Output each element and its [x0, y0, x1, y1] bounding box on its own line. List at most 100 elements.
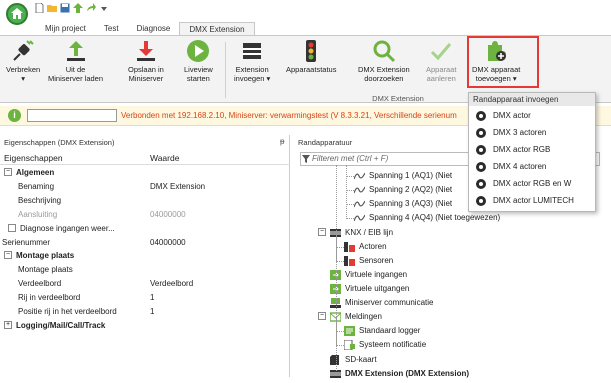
tab-dmx-extension[interactable]: DMX Extension: [179, 22, 255, 36]
insert-extension-button[interactable]: Extension invoegen ▾: [234, 39, 270, 83]
tree-item[interactable]: Virtuele uitgangen: [330, 282, 409, 295]
tree-item[interactable]: KNX / EIB lijn: [330, 226, 393, 239]
tree-connector-line: [346, 218, 354, 219]
search-dmx-extension-button[interactable]: DMX Extension doorzoeken: [358, 39, 410, 83]
device-status-button[interactable]: Apparaatstatus: [286, 39, 336, 74]
open-folder-icon[interactable]: [47, 3, 57, 13]
tree-connector-line: [346, 204, 354, 205]
dmx-connector-icon: [476, 196, 486, 206]
liveview-start-button[interactable]: Liveview starten: [184, 39, 213, 83]
checkmark-icon: [429, 39, 453, 63]
tree-item[interactable]: Meldingen: [329, 310, 382, 323]
property-value: 04000000: [150, 209, 186, 219]
property-row[interactable]: Verdeelbord Verdeelbord: [0, 277, 290, 290]
dropdown-item-label: DMX actor LUMITECH: [493, 196, 574, 205]
save-icon[interactable]: [60, 3, 70, 13]
property-row[interactable]: Beschrijving: [0, 194, 290, 207]
ribbon-separator: [225, 42, 226, 98]
tab-test[interactable]: Test: [95, 22, 128, 36]
property-key: Serienummer: [2, 237, 51, 247]
tree-item[interactable]: Sensoren: [344, 254, 393, 267]
property-category[interactable]: + Logging/Mail/Call/Track: [0, 319, 290, 332]
disconnect-button[interactable]: Verbreken ▾: [6, 39, 40, 83]
title-bar: [0, 0, 611, 25]
status-input[interactable]: [27, 109, 117, 122]
property-row[interactable]: Montage plaats: [0, 263, 290, 276]
play-icon: [186, 39, 210, 63]
dropdown-item[interactable]: DMX actor LUMITECH: [469, 193, 595, 209]
properties-pane: Eigenschappen (DMX Extension) ᵽ Eigensch…: [0, 135, 290, 377]
tab-mijn-project[interactable]: Mijn project: [36, 22, 95, 36]
tree-item-label: Standaard logger: [359, 326, 421, 335]
collapse-icon[interactable]: −: [318, 228, 326, 236]
property-row[interactable]: Positie rij in het verdeelbord 1: [0, 305, 290, 318]
system-notification-icon: [343, 339, 355, 350]
tree-item[interactable]: Systeem notificatie: [343, 338, 427, 351]
tree-item[interactable]: Standaard logger: [344, 324, 420, 337]
tree-item[interactable]: Virtuele ingangen: [330, 268, 407, 281]
property-key: Verdeelbord: [18, 279, 62, 289]
tree-item[interactable]: Spanning 3 (AQ3) (Niet: [353, 197, 452, 210]
tree-connector-line: [346, 165, 347, 217]
tree-connector-line: [336, 331, 344, 332]
dmx-connector-icon: [476, 111, 486, 121]
upload-arrow-icon: [64, 39, 88, 63]
filter-placeholder: Filteren met (Ctrl + F): [312, 154, 389, 163]
dmx-connector-icon: [476, 179, 486, 189]
property-row[interactable]: Benaming DMX Extension: [0, 180, 290, 193]
dropdown-item[interactable]: DMX 4 actoren: [469, 159, 595, 175]
tree-item[interactable]: Spanning 2 (AQ2) (Niet: [353, 183, 452, 196]
tree-item[interactable]: Spanning 4 (AQ4) (Niet toegewezen): [353, 211, 500, 224]
dropdown-item[interactable]: DMX 3 actoren: [469, 125, 595, 141]
property-key: Logging/Mail/Call/Track: [16, 320, 106, 330]
property-category[interactable]: − Algemeen: [0, 166, 290, 179]
wave-icon: [353, 185, 366, 195]
tree-item-label: Systeem notificatie: [359, 340, 427, 349]
tree-item-label: KNX / EIB lijn: [345, 228, 394, 237]
home-button[interactable]: [6, 3, 28, 25]
property-category[interactable]: − Montage plaats: [0, 249, 290, 262]
dmx-connector-icon: [476, 145, 486, 155]
property-key: Montage plaats: [16, 251, 75, 261]
redo-icon[interactable]: [86, 3, 96, 13]
property-row[interactable]: Aansluiting 04000000: [0, 208, 290, 221]
tree-item-label: DMX Extension (DMX Extension): [345, 369, 470, 378]
property-row[interactable]: Diagnose ingangen weer...: [0, 222, 290, 235]
tree-item[interactable]: Spanning 1 (AQ1) (Niet: [353, 169, 452, 182]
collapse-icon[interactable]: −: [4, 251, 12, 260]
tree-item-label: Virtuele uitgangen: [345, 284, 410, 293]
property-row[interactable]: Serienummer 04000000: [0, 236, 290, 249]
collapse-icon[interactable]: −: [318, 312, 326, 320]
tree-item-label: Meldingen: [345, 312, 382, 321]
new-file-icon[interactable]: [34, 3, 44, 13]
collapse-icon[interactable]: −: [4, 168, 12, 176]
learn-device-button[interactable]: Apparaat aanleren: [426, 39, 456, 83]
tab-diagnose[interactable]: Diagnose: [128, 22, 180, 36]
property-row[interactable]: Rij in verdeelbord 1: [0, 291, 290, 304]
ribbon-tabs: Mijn project Test Diagnose DMX Extension: [36, 22, 255, 36]
save-to-miniserver-button[interactable]: Opslaan in Miniserver: [128, 39, 164, 83]
wave-icon: [353, 213, 366, 223]
property-key: Algemeen: [16, 168, 55, 177]
diagnose-checkbox[interactable]: [8, 223, 16, 232]
tree-connector-line: [346, 176, 354, 177]
property-value: DMX Extension: [150, 181, 206, 191]
dropdown-item[interactable]: DMX actor RGB en W: [469, 176, 595, 192]
pin-icon[interactable]: ᵽ: [280, 137, 284, 146]
dropdown-item-label: DMX actor RGB en W: [493, 179, 572, 188]
column-header-value: Waarde: [150, 153, 180, 163]
upload-icon[interactable]: [73, 3, 83, 13]
expand-icon[interactable]: +: [4, 320, 12, 329]
tree-item[interactable]: Actoren: [344, 240, 387, 253]
property-key: Beschrijving: [18, 195, 62, 205]
tree-item[interactable]: Miniserver communicatie: [330, 296, 433, 309]
ribbon-group-label: DMX Extension: [372, 94, 424, 103]
extension-module-icon: [240, 39, 264, 63]
dropdown-item[interactable]: DMX actor RGB: [469, 142, 595, 158]
customize-icon[interactable]: [99, 3, 109, 13]
wave-icon: [353, 171, 366, 181]
dropdown-item[interactable]: DMX actor: [469, 108, 595, 124]
load-from-miniserver-button[interactable]: Uit de Miniserver laden: [48, 39, 103, 83]
dropdown-item-label: DMX actor: [493, 111, 531, 120]
tree-item[interactable]: DMX Extension (DMX Extension): [330, 367, 469, 380]
